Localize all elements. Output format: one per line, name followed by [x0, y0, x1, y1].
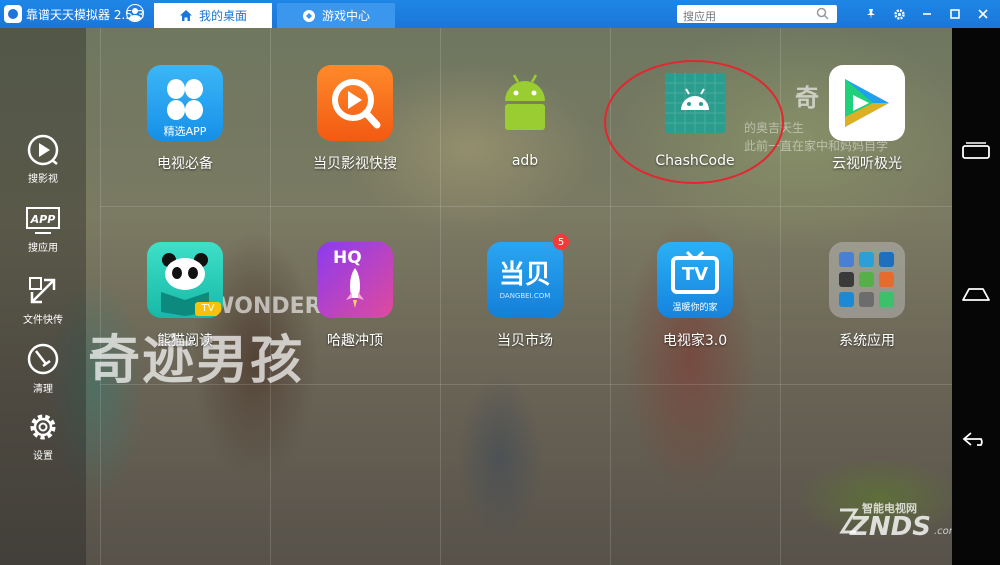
emulator-logo-icon: [4, 5, 22, 23]
search-input[interactable]: [677, 7, 811, 26]
close-icon[interactable]: [973, 4, 993, 24]
rocket-icon: HQ: [317, 242, 393, 318]
sidebar-item-label: 搜影视: [28, 174, 58, 185]
highlight-circle: [604, 60, 784, 184]
user-account-icon[interactable]: [126, 4, 144, 22]
icon-caption: HQ: [333, 248, 362, 268]
tv-home-icon: TV 温暖你的家: [657, 242, 733, 318]
app-haqu[interactable]: HQ 哈趣冲顶: [280, 242, 430, 350]
left-sidebar: 搜影视 APP 搜应用 文件快传 清理 设置: [0, 28, 86, 565]
grid-divider: [100, 206, 952, 207]
play-circle-icon: [27, 134, 59, 166]
broom-clean-icon: [27, 343, 59, 375]
app-dangbei-video-search[interactable]: 当贝影视快搜: [280, 65, 430, 173]
icon-caption: 精选APP: [163, 125, 207, 138]
app-label: 熊猫阅读: [157, 333, 213, 349]
notification-badge: 5: [553, 234, 569, 250]
sidebar-item-settings[interactable]: 设置: [0, 410, 86, 462]
grid-divider: [100, 28, 101, 565]
recent-apps-icon[interactable]: [952, 140, 1000, 160]
pin-icon[interactable]: [861, 4, 881, 24]
tab-my-desktop[interactable]: 我的桌面: [154, 3, 272, 28]
sidebar-item-label: 搜应用: [28, 243, 58, 254]
home-icon: [179, 10, 192, 21]
app-label: 电视家3.0: [662, 333, 728, 349]
home-icon[interactable]: [952, 286, 1000, 302]
tv-essentials-icon: 精选APP: [147, 65, 223, 141]
app-yunshiting[interactable]: 云视听极光: [792, 65, 942, 173]
app-system-apps[interactable]: 系统应用: [792, 242, 942, 350]
tab-label: 游戏中心: [321, 9, 370, 23]
sidebar-item-clean[interactable]: 清理: [0, 341, 86, 395]
app-tv-home[interactable]: TV 温暖你的家 电视家3.0: [620, 242, 770, 350]
game-center-icon: [302, 9, 315, 22]
icon-subcaption: DANGBEI.COM: [499, 292, 551, 300]
app-label: 当贝市场: [497, 333, 553, 349]
icon-subcaption: 温暖你的家: [672, 303, 718, 313]
svg-text:APP: APP: [30, 213, 56, 226]
app-panda-reading[interactable]: TV 熊猫阅读: [110, 242, 260, 350]
tab-label: 我的桌面: [198, 9, 247, 23]
app-adb[interactable]: adb: [450, 65, 600, 169]
title-bar: 靠谱天天模拟器 2.5.3 我的桌面 游戏中心: [0, 0, 1000, 28]
icon-caption: TV: [681, 264, 709, 285]
app-label: 哈趣冲顶: [327, 333, 383, 349]
panda-icon: TV: [147, 242, 223, 318]
sidebar-item-label: 文件快传: [23, 315, 63, 326]
search-play-icon: [317, 65, 393, 141]
app-label: 云视听极光: [832, 156, 902, 172]
android-nav-bar: [952, 28, 1000, 565]
dangbei-market-icon: 当贝 DANGBEI.COM 5: [487, 234, 569, 318]
icon-caption: 当贝: [498, 260, 551, 290]
app-label: adb: [511, 153, 539, 169]
znds-watermark: 智能电视网 ZNDS .com: [836, 494, 968, 546]
app-label: 系统应用: [839, 333, 895, 349]
back-icon[interactable]: [952, 430, 1000, 448]
transfer-arrows-icon: [29, 277, 56, 304]
gear-icon: [30, 414, 56, 440]
search-box[interactable]: [677, 5, 837, 26]
sidebar-item-label: 清理: [33, 384, 53, 395]
app-icon: APP: [26, 207, 60, 234]
sidebar-item-search-video[interactable]: 搜影视: [0, 133, 86, 185]
play-triangle-icon: [829, 65, 905, 141]
grid-divider: [440, 28, 441, 565]
folder-grid-icon: [829, 242, 905, 318]
icon-caption: TV: [195, 302, 221, 316]
android-icon: [487, 65, 563, 141]
maximize-icon[interactable]: [945, 4, 965, 24]
app-label: 当贝影视快搜: [313, 156, 397, 172]
watermark-main-text: ZNDS: [850, 512, 931, 542]
app-label: 电视必备: [157, 156, 213, 172]
app-dangbei-market[interactable]: 当贝 DANGBEI.COM 5 当贝市场: [450, 234, 600, 350]
sidebar-item-file-transfer[interactable]: 文件快传: [0, 274, 86, 326]
sidebar-item-search-apps[interactable]: APP 搜应用: [0, 206, 86, 254]
tab-game-center[interactable]: 游戏中心: [277, 3, 395, 28]
minimize-icon[interactable]: [917, 4, 937, 24]
app-tv-essentials[interactable]: 精选APP 电视必备: [110, 65, 260, 173]
settings-icon[interactable]: [889, 4, 909, 24]
search-icon[interactable]: [816, 7, 829, 20]
sidebar-item-label: 设置: [33, 451, 53, 462]
